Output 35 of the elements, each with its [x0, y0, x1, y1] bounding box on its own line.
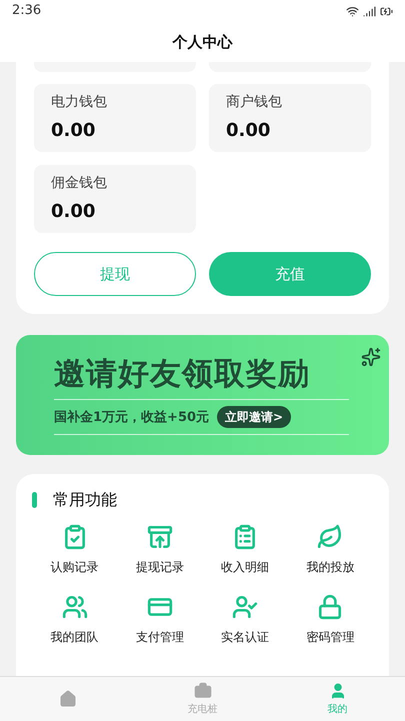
function-item[interactable]: 我的投放: [288, 524, 373, 576]
page-title: 个人中心: [172, 32, 232, 53]
banner-title: 邀请好友领取奖励: [54, 354, 311, 394]
function-item[interactable]: 我的团队: [32, 594, 118, 646]
sparkle-icon: [361, 347, 381, 367]
home-icon: [58, 690, 76, 708]
function-item[interactable]: 密码管理: [288, 594, 373, 646]
wallet-tile[interactable]: 佣金钱包 0.00: [34, 165, 196, 233]
invite-banner[interactable]: 邀请好友领取奖励 国补金1万元，收益+50元 立即邀请>: [16, 335, 389, 455]
wallet-label: 佣金钱包: [51, 174, 108, 193]
wallet-amount: 0.00: [226, 119, 272, 143]
wallet-label: 商户钱包: [226, 93, 283, 112]
invite-button[interactable]: 立即邀请>: [217, 406, 292, 428]
wallet-tile[interactable]: 商户钱包 0.00: [209, 84, 371, 152]
function-item[interactable]: 支付管理: [117, 594, 202, 646]
banner-subtitle: 国补金1万元，收益+50元: [54, 408, 210, 427]
wifi-icon: [346, 4, 359, 18]
people-icon: [62, 594, 88, 620]
accent-bar: [32, 492, 37, 508]
section-title: 常用功能: [53, 489, 117, 511]
function-item[interactable]: 提现记录: [117, 524, 202, 576]
wallet-amount: 0.00: [51, 200, 96, 224]
function-item[interactable]: 实名认证: [202, 594, 288, 646]
wallet-tile[interactable]: 电力钱包 0.00: [34, 84, 196, 152]
user-check-icon: [232, 594, 258, 620]
wallet-label: 电力钱包: [51, 93, 108, 112]
status-time: 2:36: [12, 2, 42, 20]
leaf-icon: [317, 524, 344, 550]
signal-icon: [363, 4, 376, 18]
lock-icon: [317, 594, 344, 620]
box-upload-icon: [146, 524, 173, 550]
function-item[interactable]: 收入明细: [202, 524, 288, 576]
battery-icon: [380, 4, 393, 18]
function-item[interactable]: 认购记录: [32, 524, 118, 576]
wallet-amount: 0.00: [51, 119, 96, 143]
